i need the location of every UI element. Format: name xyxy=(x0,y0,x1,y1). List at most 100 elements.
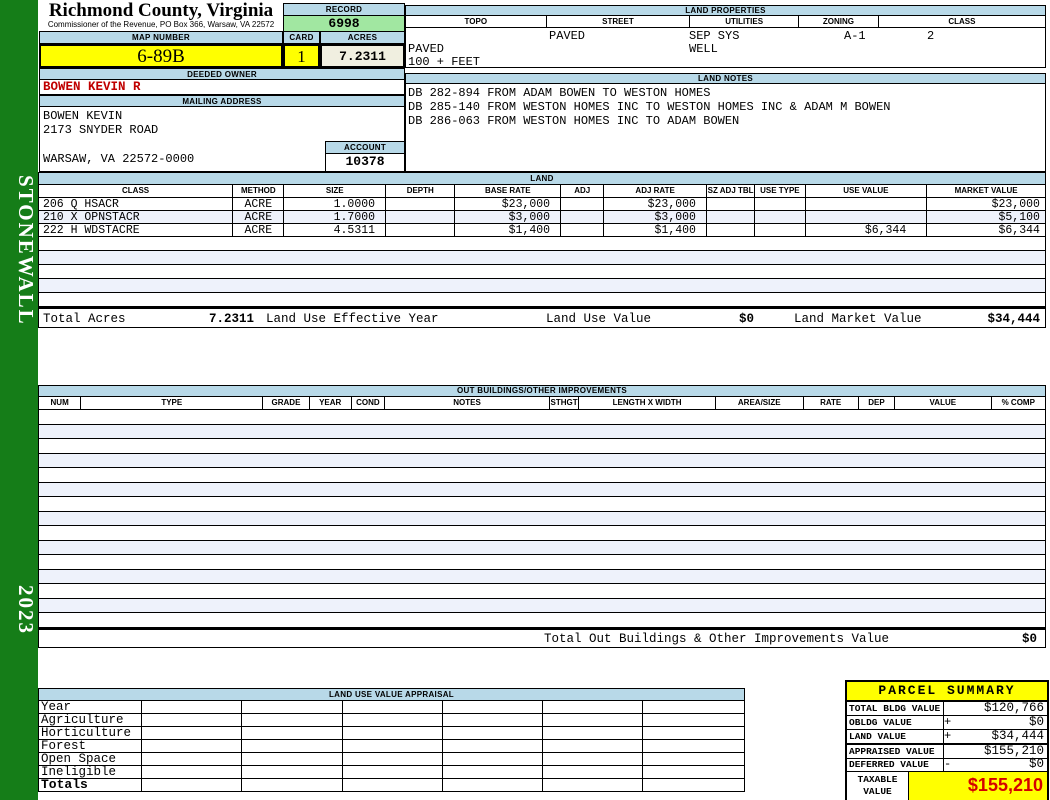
empty-table-row xyxy=(39,526,1045,541)
land-cell: $3,000 xyxy=(604,211,707,223)
zoning-value: A-1 xyxy=(844,29,866,43)
summary-label: LAND VALUE xyxy=(847,730,944,744)
appraisal-cell xyxy=(242,753,343,766)
out-buildings-header: NUM TYPE GRADE YEAR COND NOTES STHGT LEN… xyxy=(38,396,1046,410)
appraisal-cell xyxy=(141,727,243,740)
appraisal-row: Horticulture xyxy=(39,727,744,740)
appraisal-row: Agriculture xyxy=(39,714,744,727)
land-cell: $3,000 xyxy=(455,211,562,223)
appraisal-cell xyxy=(643,740,744,753)
land-col-header: METHOD xyxy=(233,185,285,197)
record-label: RECORD xyxy=(283,3,405,16)
land-cell: $5,100 xyxy=(998,211,1040,223)
land-cell: $23,000 xyxy=(991,198,1040,210)
appraisal-cell xyxy=(242,740,343,753)
appraisal-cell xyxy=(342,766,443,779)
land-notes-title: LAND NOTES xyxy=(405,73,1046,84)
summary-value: $0 xyxy=(956,758,1047,772)
appraisal-cell xyxy=(442,740,544,753)
land-col-header: MARKET VALUE xyxy=(927,185,1045,197)
land-cell xyxy=(755,198,806,210)
class-value: 2 xyxy=(927,29,935,43)
summary-row: LAND VALUE + $34,444 xyxy=(847,730,1047,744)
land-market-value-label: Land Market Value xyxy=(794,312,922,326)
empty-table-row xyxy=(39,613,1045,628)
land-note-line: DB 282-894 FROM ADAM BOWEN TO WESTON HOM… xyxy=(408,86,711,100)
map-number-label: MAP NUMBER xyxy=(39,31,283,44)
appraisal-cell xyxy=(543,766,644,779)
map-number-value: 6-89B xyxy=(39,44,283,68)
land-title: LAND xyxy=(38,172,1046,184)
summary-value: $120,766 xyxy=(956,702,1047,716)
land-table-row: 206 Q HSACR ACRE 1.0000 $23,000 $23,000 … xyxy=(39,198,1045,211)
ob-col-header: TYPE xyxy=(81,397,264,409)
property-record-card: STONEWALL 2023 Richmond County, Virginia… xyxy=(0,0,1050,800)
summary-row: TOTAL BLDG VALUE $120,766 xyxy=(847,702,1047,716)
deeded-owner-value: BOWEN KEVIN R xyxy=(39,80,405,95)
land-cell xyxy=(806,198,928,210)
appraisal-cell xyxy=(643,714,744,727)
land-cell: 1.0000 xyxy=(284,198,387,210)
appraisal-cell xyxy=(543,779,644,792)
land-cell: $6,344 xyxy=(998,224,1040,236)
land-table-row: 210 X OPNSTACR ACRE 1.7000 $3,000 $3,000… xyxy=(39,211,1045,224)
appraisal-cell xyxy=(643,701,744,715)
summary-row: APPRAISED VALUE $155,210 xyxy=(847,744,1047,759)
empty-table-row xyxy=(39,511,1045,527)
land-col-header: BASE RATE xyxy=(455,185,562,197)
appraisal-cell xyxy=(643,753,744,766)
empty-table-row xyxy=(39,237,1045,251)
account-value: 10378 xyxy=(325,154,405,172)
land-col-header: DEPTH xyxy=(386,185,456,197)
sidebar-district-strip: STONEWALL 2023 xyxy=(0,0,38,800)
appraisal-cell xyxy=(442,701,544,715)
summary-op xyxy=(944,702,956,716)
ob-col-header: VALUE xyxy=(895,397,992,409)
appraisal-cell xyxy=(141,740,243,753)
empty-table-row xyxy=(39,293,1045,307)
appraisal-cell xyxy=(141,753,243,766)
appraisal-row: Ineligible xyxy=(39,766,744,779)
record-value: 6998 xyxy=(283,16,405,32)
out-buildings-total-row: Total Out Buildings & Other Improvements… xyxy=(38,628,1046,648)
appraisal-cell xyxy=(543,714,644,727)
land-cell xyxy=(386,224,456,236)
land-cell: ACRE xyxy=(233,224,285,236)
appraisal-row: Forest xyxy=(39,740,744,753)
mailing-line: 2173 SNYDER ROAD xyxy=(43,123,159,137)
land-cell xyxy=(386,198,456,210)
land-properties-values: PAVED SEP SYS A-1 2 PAVED WELL 100 + FEE… xyxy=(405,28,1046,69)
topo-value-2: 100 + FEET xyxy=(408,55,481,69)
ob-total-label: Total Out Buildings & Other Improvements… xyxy=(544,632,890,646)
land-market-value: $34,444 xyxy=(987,312,1040,326)
summary-value: $34,444 xyxy=(956,730,1047,744)
land-col-header: USE VALUE xyxy=(805,185,928,197)
summary-label: OBLDG VALUE xyxy=(847,716,944,730)
appraisal-cell xyxy=(342,779,443,792)
land-cell: 222 H WDSTACRE xyxy=(39,224,234,236)
land-cell xyxy=(386,211,456,223)
summary-row: DEFERRED VALUE - $0 xyxy=(847,758,1047,772)
land-properties-col: ZONING xyxy=(798,16,879,27)
appraisal-cell xyxy=(543,740,644,753)
appraisal-cell xyxy=(342,701,443,715)
taxable-value-row: TAXABLE VALUE $155,210 xyxy=(847,772,1047,800)
ob-total-value: $0 xyxy=(1021,632,1037,646)
land-use-value-label: Land Use Value xyxy=(546,312,652,326)
summary-label: TOTAL BLDG VALUE xyxy=(847,702,944,716)
appraisal-cell xyxy=(543,701,644,715)
land-col-header: ADJ xyxy=(561,185,605,197)
empty-table-row xyxy=(39,497,1045,512)
land-properties-col: TOPO xyxy=(406,16,547,27)
land-cell xyxy=(561,224,605,236)
land-use-appraisal-body: Year Agriculture Horticulture Forest Open Sp… xyxy=(38,701,745,792)
deeded-owner-label: DEEDED OWNER xyxy=(39,68,405,80)
appraisal-cell xyxy=(342,753,443,766)
land-cell xyxy=(755,224,806,236)
land-cell: $23,000 xyxy=(604,198,707,210)
appraisal-cell xyxy=(342,727,443,740)
land-use-appraisal-section: LAND USE VALUE APPRAISAL Year Agriculture… xyxy=(38,688,745,792)
out-buildings-empty-rows xyxy=(38,410,1046,628)
acres-label: ACRES xyxy=(320,31,405,44)
topo-value-1: PAVED xyxy=(408,42,445,56)
